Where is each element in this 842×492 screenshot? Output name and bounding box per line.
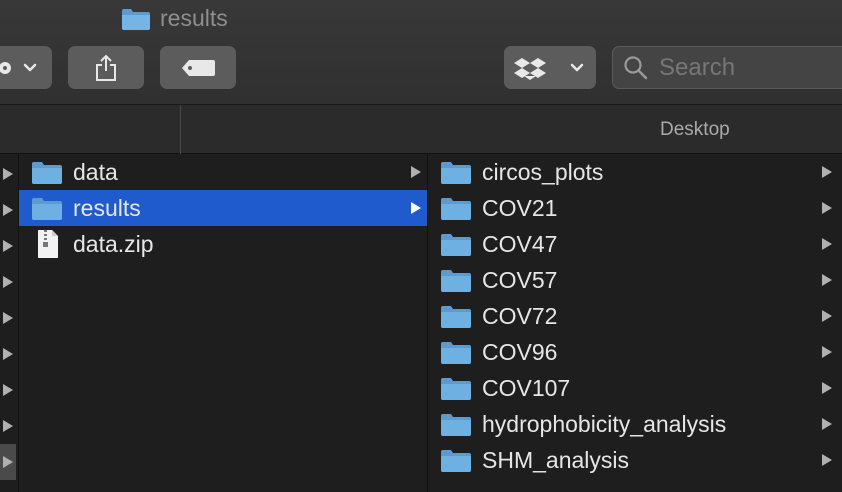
tag-button[interactable] — [160, 46, 236, 89]
list-item-label: results — [73, 194, 141, 221]
list-item-cov107[interactable]: COV107 — [428, 370, 842, 406]
list-item-label: hydrophobicity_analysis — [482, 410, 727, 437]
list-item-label: COV96 — [482, 338, 558, 365]
folder-icon — [441, 377, 471, 400]
folder-icon — [32, 197, 62, 220]
chevron-right-icon — [822, 238, 832, 250]
chevron-right-icon — [3, 420, 13, 432]
list-item-shm-analysis[interactable]: SHM_analysis — [428, 442, 842, 478]
column-1: data results data.zip — [18, 154, 428, 492]
list-item-label: circos_plots — [482, 158, 604, 185]
list-item-label: COV57 — [482, 266, 558, 293]
chevron-right-icon — [822, 202, 832, 214]
folder-icon — [441, 269, 471, 292]
folder-icon — [32, 161, 62, 184]
chevron-right-icon — [822, 166, 832, 178]
list-item-cov96[interactable]: COV96 — [428, 334, 842, 370]
folder-icon — [122, 8, 150, 30]
chevron-right-icon — [3, 456, 13, 468]
location-label: Desktop — [660, 119, 730, 140]
folder-icon — [441, 161, 471, 184]
list-item-label: data.zip — [73, 230, 154, 257]
chevron-right-icon — [822, 382, 832, 394]
chevron-right-icon — [411, 166, 421, 178]
list-item-label: SHM_analysis — [482, 446, 629, 473]
folder-icon — [441, 341, 471, 364]
chevron-right-icon — [822, 454, 832, 466]
chevron-right-icon — [3, 276, 13, 288]
dropbox-button[interactable] — [504, 46, 596, 89]
chevron-right-icon — [3, 384, 13, 396]
folder-icon — [441, 197, 471, 220]
chevron-right-icon — [3, 204, 13, 216]
chevron-right-icon — [411, 202, 421, 214]
list-item-cov72[interactable]: COV72 — [428, 298, 842, 334]
list-item-label: COV21 — [482, 194, 558, 221]
list-item-cov47[interactable]: COV47 — [428, 226, 842, 262]
list-item-data[interactable]: data — [19, 154, 427, 190]
chevron-right-icon — [3, 168, 13, 180]
list-item-cov21[interactable]: COV21 — [428, 190, 842, 226]
gear-icon — [0, 61, 37, 74]
chevron-right-icon — [822, 310, 832, 322]
list-item-label: COV47 — [482, 230, 558, 257]
list-item-hydrophobicity-analysis[interactable]: hydrophobicity_analysis — [428, 406, 842, 442]
tag-icon — [182, 59, 215, 76]
search-input[interactable] — [657, 52, 831, 83]
search-field[interactable] — [612, 46, 842, 89]
share-icon — [96, 54, 116, 81]
window-title-label: results — [160, 5, 228, 31]
list-item-label: data — [73, 158, 118, 185]
search-icon — [624, 55, 648, 79]
chevron-right-icon — [3, 240, 13, 252]
chevron-right-icon — [822, 274, 832, 286]
window-titlebar: results — [0, 0, 842, 104]
window-title: results — [121, 5, 228, 32]
column-header-bar: Desktop — [0, 104, 842, 155]
folder-icon — [441, 449, 471, 472]
chevron-right-icon — [822, 418, 832, 430]
zip-file-icon — [38, 230, 58, 258]
chevron-right-icon — [3, 348, 13, 360]
share-button[interactable] — [68, 46, 144, 89]
folder-icon — [441, 233, 471, 256]
column-0 — [0, 154, 16, 492]
chevron-right-icon — [3, 312, 13, 324]
chevron-right-icon — [822, 346, 832, 358]
list-item-results[interactable]: results — [19, 190, 427, 226]
folder-icon — [441, 305, 471, 328]
folder-icon — [441, 413, 471, 436]
list-item-label: COV72 — [482, 302, 558, 329]
list-item-data-zip[interactable]: data.zip — [19, 226, 427, 262]
list-item-label: COV107 — [482, 374, 571, 401]
list-item-cov57[interactable]: COV57 — [428, 262, 842, 298]
column-2: circos_plots COV21 COV47 COV57 COV72 COV… — [428, 154, 842, 492]
action-menu-button[interactable] — [0, 46, 52, 89]
list-item-circos-plots[interactable]: circos_plots — [428, 154, 842, 190]
dropbox-icon — [514, 57, 584, 80]
column-divider — [180, 105, 181, 155]
